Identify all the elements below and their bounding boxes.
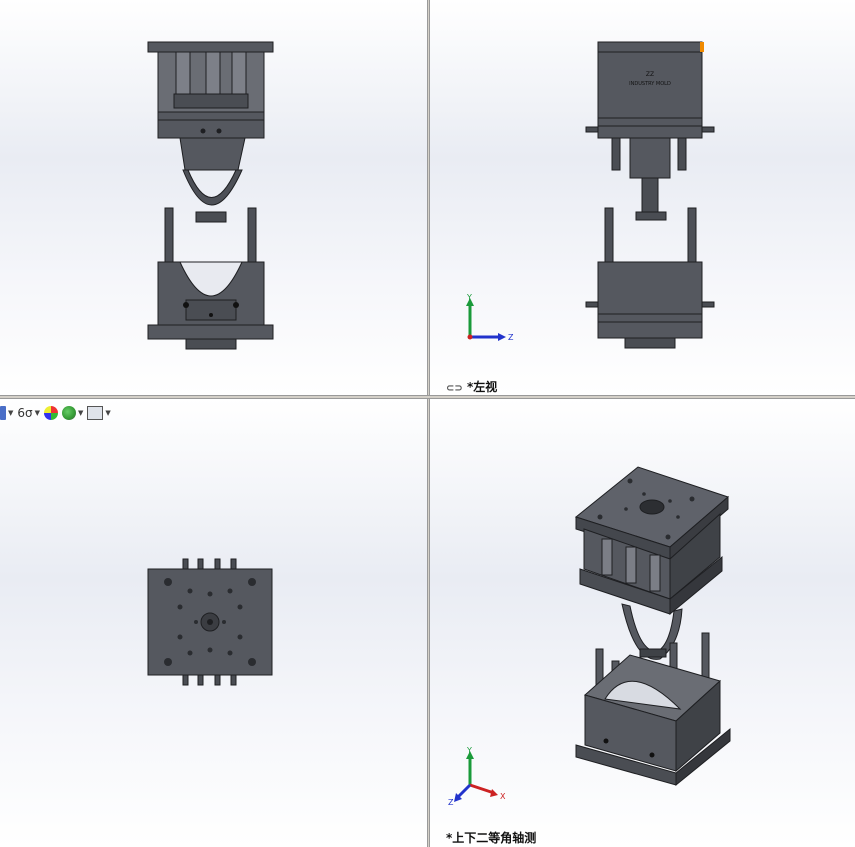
scene-icon	[62, 406, 77, 420]
appearance-icon	[44, 406, 59, 420]
viewport-top[interactable]	[0, 399, 427, 847]
axis-z-label: Z	[448, 798, 454, 807]
viewport-splitter-horizontal[interactable]	[0, 395, 855, 399]
display-settings-button[interactable]: ▼	[87, 404, 111, 422]
mold-top-view	[147, 558, 273, 686]
chevron-down-icon: ▼	[105, 409, 111, 417]
view-label-dimetric: *上下二等角轴测	[446, 831, 537, 845]
axis-y-label: Y	[466, 293, 472, 302]
chevron-down-icon: ▼	[34, 409, 41, 417]
mold-brand-text: INDUSTRY MOLD	[629, 81, 671, 87]
viewport-splitter-vertical[interactable]	[427, 0, 430, 847]
chevron-down-icon: ▼	[78, 409, 84, 417]
hide-show-button[interactable]: 6σ ▼	[17, 404, 40, 422]
view-label-left: ⊂⊃ *左视	[446, 378, 497, 395]
chevron-down-icon: ▼	[8, 409, 14, 417]
view-toolbar: ▼ 6σ ▼ ▼ ▼	[0, 403, 111, 423]
view-label-left-text: *左视	[466, 380, 498, 394]
view-orientation-icon	[0, 406, 6, 420]
axis-triad: Y X Z	[448, 747, 506, 807]
link-icon: ⊂⊃	[446, 383, 463, 394]
appearance-button[interactable]	[44, 404, 59, 422]
display-settings-icon	[87, 406, 104, 420]
view-orientation-button[interactable]: ▼	[0, 404, 13, 422]
viewport-dimetric[interactable]: Y X Z *上下二等角轴测	[430, 399, 855, 847]
scene-button[interactable]: ▼	[62, 404, 83, 422]
axis-triad: Y Z	[466, 293, 514, 342]
axis-z-label: Z	[508, 333, 514, 342]
mold-front-view	[147, 41, 274, 350]
mold-logo-text: ZZ	[646, 71, 654, 78]
hide-show-icon: 6σ	[17, 406, 33, 420]
axis-y-label: Y	[466, 747, 472, 755]
viewport-left[interactable]: ZZ INDUSTRY MOLD Y Z ⊂⊃ *左视	[430, 0, 855, 395]
axis-x-label: X	[500, 792, 506, 801]
viewport-front[interactable]	[0, 0, 427, 395]
